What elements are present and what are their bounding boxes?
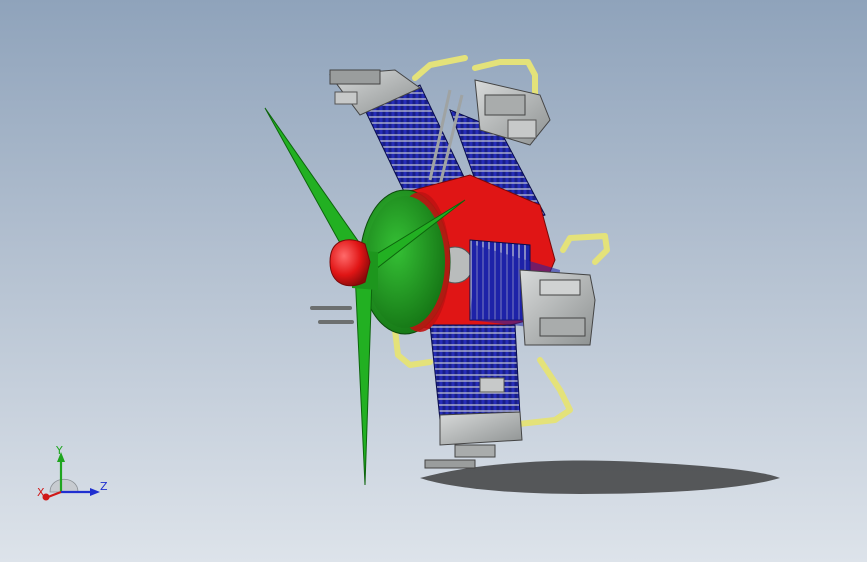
x-axis-arrow bbox=[47, 490, 62, 499]
spinner[interactable] bbox=[329, 239, 371, 287]
3d-model-canvas[interactable] bbox=[0, 0, 867, 562]
triad-dome-icon bbox=[49, 478, 79, 493]
coordinate-triad: Y Z X bbox=[37, 444, 108, 501]
y-axis-label: Y bbox=[55, 444, 63, 457]
mounting-bolts bbox=[310, 306, 354, 324]
z-axis-label: Z bbox=[100, 480, 108, 493]
z-axis-arrowhead-icon bbox=[90, 488, 100, 496]
cylinder-bottom[interactable] bbox=[424, 324, 523, 469]
graphics-viewport[interactable]: Y Z X bbox=[0, 0, 867, 562]
x-axis-label: X bbox=[37, 486, 45, 499]
